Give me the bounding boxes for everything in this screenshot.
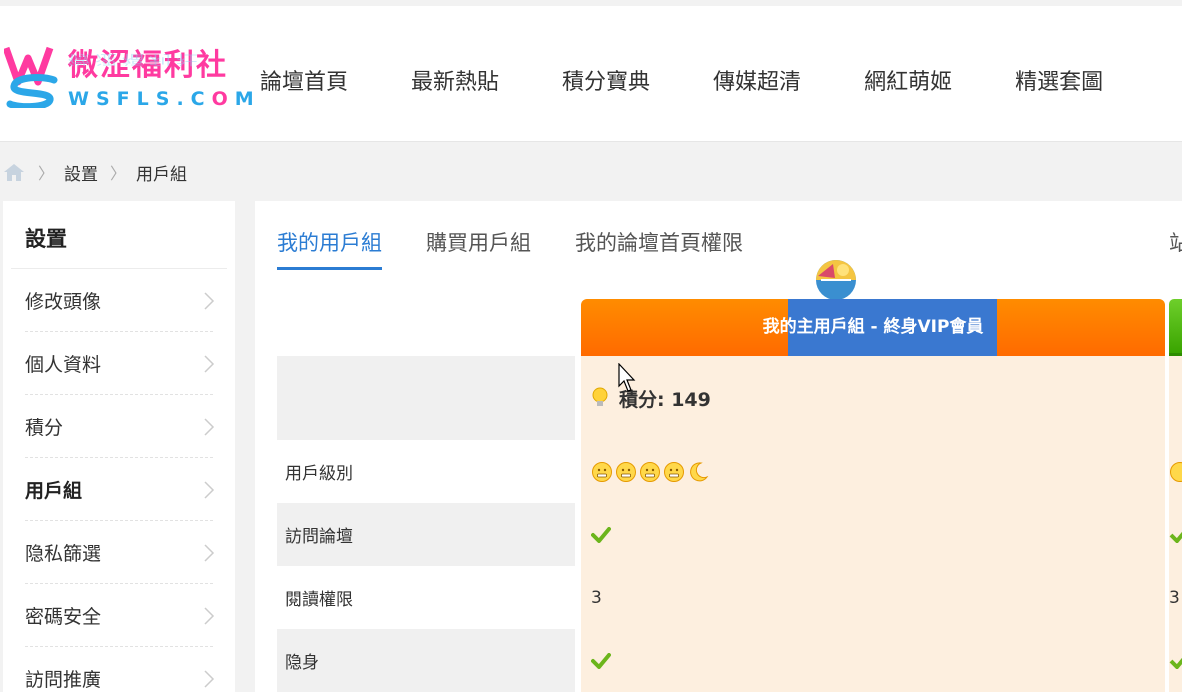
site-header: 微涩福利社 微涩福利社 WSFLS.COM 論壇首頁 最新熱貼 積分寶典 傳媒超… [0, 6, 1182, 142]
second-group-header [1169, 299, 1182, 356]
sidebar-item-avatar[interactable]: 修改頭像 [25, 269, 215, 332]
lightbulb-icon [592, 387, 608, 406]
sidebar-item-promotion[interactable]: 訪問推廣 [25, 647, 215, 692]
row-value: 3 [581, 566, 1165, 629]
main-panel: 我的用戶組 購買用戶組 我的論壇首頁權限 站 我的主用戶組 - 終身VIP會員 … [255, 201, 1182, 692]
second-group-cell [1169, 629, 1182, 692]
row-label: 閱讀權限 [285, 590, 353, 610]
chevron-right-icon [204, 292, 215, 310]
nav-item-forum-home[interactable]: 論壇首頁 [260, 64, 348, 96]
tab-my-user-group[interactable]: 我的用戶組 [277, 201, 382, 270]
sidebar-item-privacy[interactable]: 隐私篩選 [25, 521, 215, 584]
group-header-text: 我的主用戶組 - 終身VIP會員 [762, 317, 984, 337]
nav-item-influencers[interactable]: 網紅萌姬 [864, 64, 952, 96]
sun-face-icon [1170, 461, 1182, 482]
nav-item-points-guide[interactable]: 積分寶典 [562, 64, 650, 96]
table-row-points: 積分: 149 [277, 356, 1182, 440]
level-icons [591, 461, 711, 483]
row-label: 用戶級別 [285, 464, 353, 484]
group-emblem-icon [816, 260, 856, 300]
chevron-right-icon [204, 355, 215, 373]
table-row-visit-forum: 訪問論壇 [277, 503, 1182, 566]
main-group-header: 我的主用戶組 - 終身VIP會員 [581, 299, 1165, 356]
breadcrumb-separator: 〉 [110, 164, 127, 183]
breadcrumb-user-group: 用戶組 [136, 164, 188, 185]
moon-icon [690, 461, 709, 481]
main-nav: 論壇首頁 最新熱貼 積分寶典 傳媒超清 網紅萌姬 精選套圖 [260, 64, 1166, 96]
sidebar-item-label: 隐私篩選 [25, 542, 102, 565]
home-icon[interactable] [2, 160, 26, 184]
second-group-cell [1169, 356, 1182, 440]
chevron-right-icon [204, 481, 215, 499]
table-row-user-level: 用戶級別 [277, 440, 1182, 503]
logo-reflection: 微涩福利社 [68, 51, 204, 67]
sidebar-item-label: 訪問推廣 [25, 668, 102, 691]
row-label: 隐身 [277, 629, 575, 692]
sun-face-icon [616, 461, 636, 482]
row-value: 積分: 149 [581, 356, 1165, 440]
second-group-cell: 3 [1169, 566, 1182, 629]
logo-domain-text: WSFLS.COM [68, 88, 261, 110]
sidebar-title: 設置 [25, 227, 67, 251]
sidebar-item-points[interactable]: 積分 [25, 395, 215, 458]
chevron-right-icon [204, 607, 215, 625]
sidebar-item-user-group[interactable]: 用戶組 [25, 458, 215, 521]
tab-clipped[interactable]: 站 [1169, 227, 1182, 257]
chevron-right-icon [204, 670, 215, 688]
points-value: 積分: 149 [591, 385, 711, 412]
nav-item-media-hd[interactable]: 傳媒超清 [713, 64, 801, 96]
second-group-cell [1169, 503, 1182, 566]
sidebar-item-label: 密碼安全 [25, 605, 102, 628]
breadcrumb: 〉 設置 〉 用戶組 [0, 158, 187, 186]
row-label [277, 356, 575, 440]
sidebar-item-profile[interactable]: 個人資料 [25, 332, 215, 395]
logo-ws-mark [4, 46, 58, 108]
checkmark-icon [591, 526, 611, 543]
settings-sidebar: 設置 修改頭像 個人資料 積分 用戶組 隐私篩選 密碼安全 訪問推廣 [3, 201, 235, 692]
sidebar-item-label: 修改頭像 [25, 290, 102, 313]
chevron-right-icon [204, 544, 215, 562]
breadcrumb-settings[interactable]: 設置 [64, 160, 98, 185]
checkmark-icon [1169, 657, 1182, 669]
site-logo[interactable]: 微涩福利社 微涩福利社 WSFLS.COM [4, 42, 254, 116]
second-group-cell [1169, 440, 1182, 503]
tab-forum-home-permissions[interactable]: 我的論壇首頁權限 [575, 201, 743, 270]
breadcrumb-separator: 〉 [38, 164, 55, 183]
sidebar-item-password[interactable]: 密碼安全 [25, 584, 215, 647]
nav-item-latest[interactable]: 最新熱貼 [411, 64, 499, 96]
checkmark-icon [591, 652, 611, 669]
tab-bar: 我的用戶組 購買用戶組 我的論壇首頁權限 [277, 201, 787, 271]
sun-face-icon [664, 461, 684, 482]
sun-face-icon [592, 461, 612, 482]
row-value [581, 440, 1165, 503]
sidebar-item-label: 個人資料 [25, 353, 102, 376]
tab-buy-user-group[interactable]: 購買用戶組 [426, 201, 531, 270]
chevron-right-icon [204, 418, 215, 436]
checkmark-icon [1169, 531, 1182, 543]
table-row-invisible: 隐身 [277, 629, 1182, 692]
sidebar-item-label: 積分 [25, 416, 64, 439]
sidebar-item-label: 用戶組 [25, 479, 83, 502]
row-label: 訪問論壇 [277, 503, 575, 566]
table-row-read-permission: 閱讀權限 3 3 [277, 566, 1182, 629]
row-value [581, 629, 1165, 692]
sun-face-icon [640, 461, 660, 482]
nav-item-featured-sets[interactable]: 精選套圖 [1015, 64, 1103, 96]
row-value [581, 503, 1165, 566]
mouse-cursor-icon [618, 363, 636, 392]
